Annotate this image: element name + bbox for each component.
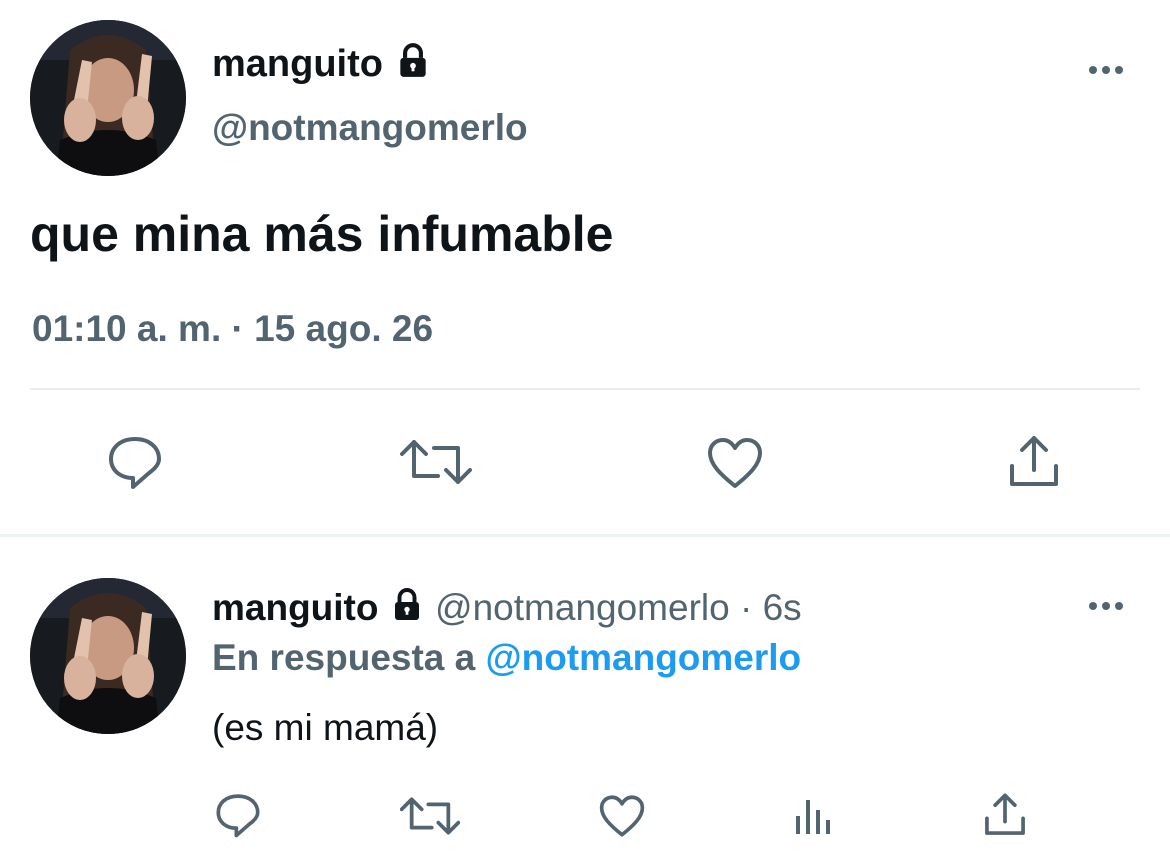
like-icon[interactable] [598,794,646,838]
timestamp[interactable]: 01:10 a. m. · 15 ago. 26 [32,306,433,352]
display-name[interactable]: manguito [212,43,383,85]
retweet-icon[interactable] [400,794,460,838]
dot-separator: · [739,587,753,628]
replying-to-label: En respuesta a [212,637,476,678]
divider [30,388,1140,390]
handle[interactable]: @notmangomerlo [212,106,528,150]
lock-icon [394,42,432,90]
more-horizontal-icon[interactable] [1086,60,1126,80]
lock-icon [389,587,425,633]
retweet-icon[interactable] [400,436,472,488]
share-icon[interactable] [982,792,1028,838]
replying-to: En respuesta a @notmangomerlo [212,636,801,680]
like-icon[interactable] [706,436,764,490]
replying-to-handle-link[interactable]: @notmangomerlo [486,637,802,678]
avatar-photo [30,578,186,734]
reply-icon[interactable] [106,434,164,490]
avatar[interactable] [30,20,186,176]
display-name[interactable]: manguito [212,587,378,628]
more-horizontal-icon[interactable] [1086,596,1126,616]
avatar-photo [30,20,186,176]
reply-header: manguito @notmangomerlo · 6s [212,586,802,633]
share-icon[interactable] [1006,434,1062,490]
tweet-separator [0,534,1170,537]
tweet-age[interactable]: 6s [763,587,802,628]
analytics-icon[interactable] [792,794,836,838]
reply-icon[interactable] [214,792,262,838]
tweet-text: que mina más infumable [30,206,614,262]
tweet-text: (es mi mamá) [212,707,439,748]
avatar[interactable] [30,578,186,734]
handle[interactable]: @notmangomerlo [435,587,730,628]
